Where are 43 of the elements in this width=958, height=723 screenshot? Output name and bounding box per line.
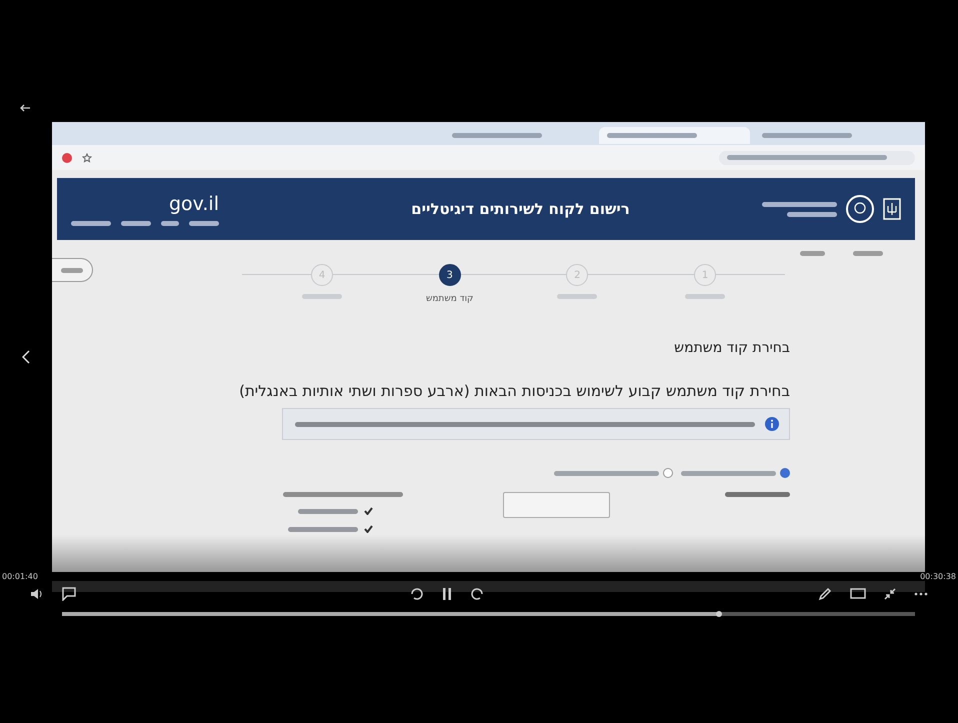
screen-icon[interactable] bbox=[850, 588, 866, 600]
radio-button[interactable] bbox=[780, 468, 790, 478]
back-arrow-icon[interactable] bbox=[20, 104, 30, 112]
blurred-text-drawing bbox=[189, 220, 219, 226]
radio-button[interactable] bbox=[663, 468, 673, 478]
pause-icon[interactable] bbox=[442, 587, 452, 601]
circle-logo-icon bbox=[845, 194, 875, 224]
star-icon[interactable] bbox=[82, 152, 92, 162]
collapse-icon[interactable] bbox=[884, 588, 896, 600]
blurred-text-drawing bbox=[288, 526, 358, 532]
gov-logo[interactable]: gov.il bbox=[168, 192, 219, 214]
step-number[interactable]: 3 bbox=[438, 264, 461, 286]
rewind-icon[interactable] bbox=[410, 587, 424, 601]
blurred-text-drawing bbox=[61, 268, 83, 272]
blurred-text-drawing bbox=[71, 220, 111, 226]
rounded-button[interactable] bbox=[52, 258, 93, 282]
info-icon bbox=[765, 417, 779, 431]
blurred-text-drawing bbox=[787, 212, 837, 216]
blurred-text-drawing bbox=[121, 220, 151, 226]
volume-icon[interactable] bbox=[30, 588, 44, 600]
blurred-text-drawing bbox=[725, 492, 790, 497]
emblem-icon bbox=[883, 198, 901, 220]
input-field[interactable] bbox=[503, 492, 610, 518]
progress-track[interactable] bbox=[62, 612, 915, 616]
forward-icon[interactable] bbox=[470, 587, 484, 601]
pen-icon[interactable] bbox=[818, 587, 832, 601]
heading: בחירת קוד משתמש קבוע לשימוש בכניסות הבאות (ארבע ספרות ושתי אותיות באנגלית) bbox=[242, 382, 790, 400]
blurred-text-drawing bbox=[302, 294, 342, 299]
more-icon[interactable] bbox=[914, 592, 928, 596]
page-title: רישום לקוח לשירותים דיגיטליים bbox=[410, 200, 631, 218]
blurred-text-drawing bbox=[298, 508, 358, 514]
section-title: בחירת קוד משתמש bbox=[673, 340, 790, 356]
blurred-text-drawing bbox=[800, 250, 825, 256]
total-time: 00:30:38 bbox=[920, 572, 956, 581]
record-icon[interactable] bbox=[62, 152, 72, 162]
blurred-text-drawing bbox=[685, 294, 725, 299]
blurred-text-drawing bbox=[557, 294, 598, 299]
elapsed-time: 00:01:40 bbox=[2, 572, 38, 581]
step-label: קוד משתמש bbox=[426, 294, 474, 304]
previous-chevron-icon[interactable] bbox=[22, 350, 30, 364]
blurred-text-drawing bbox=[853, 250, 883, 256]
comment-icon[interactable] bbox=[62, 587, 76, 601]
blurred-text-drawing bbox=[161, 220, 179, 226]
